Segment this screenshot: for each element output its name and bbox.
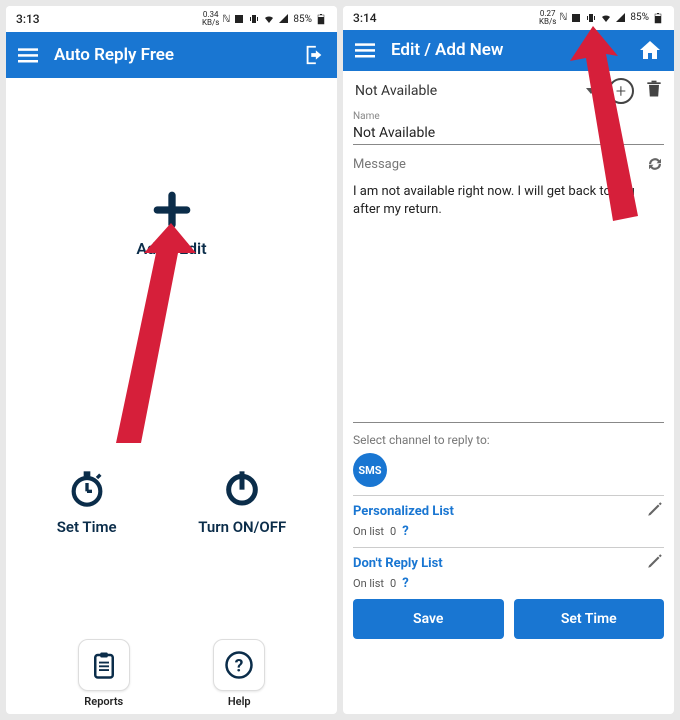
wifi-icon (263, 13, 275, 25)
settings-tiny-icon (570, 12, 582, 24)
toggle-label: Turn ON/OFF (198, 518, 286, 536)
help-label: Help (213, 695, 265, 708)
status-bar: 3:13 0.34KB/s ℕ 85% (6, 6, 337, 32)
reports-label: Reports (78, 695, 130, 708)
name-label: Name (353, 111, 664, 122)
dropdown-value: Not Available (355, 83, 437, 99)
add-edit-button[interactable]: Add / Edit (6, 188, 337, 258)
edit-body: Not Available + Name Not Available Messa… (343, 71, 674, 714)
hamburger-icon[interactable] (355, 40, 375, 60)
delete-button[interactable] (644, 79, 664, 103)
set-time-button[interactable]: Set Time (514, 599, 665, 639)
set-time-button[interactable]: Set Time (57, 468, 117, 536)
help-icon[interactable]: ? (402, 576, 408, 591)
edit-dontreply-button[interactable] (646, 552, 664, 574)
battery-icon (315, 13, 327, 25)
template-dropdown[interactable]: Not Available (353, 77, 598, 105)
clipboard-icon (89, 650, 119, 680)
status-bar: 3:14 0.27KB/s ℕ 85% (343, 6, 674, 30)
svg-text:?: ? (235, 656, 244, 676)
stopwatch-icon (67, 468, 107, 508)
app-bar: Auto Reply Free (6, 32, 337, 78)
edit-personalized-button[interactable] (646, 500, 664, 522)
app-bar: Edit / Add New (343, 30, 674, 72)
wifi-icon (600, 12, 612, 24)
help-icon[interactable]: ? (402, 524, 408, 539)
plus-icon: + (616, 81, 626, 102)
toggle-button[interactable]: Turn ON/OFF (198, 468, 286, 536)
phone-home: 3:13 0.34KB/s ℕ 85% Auto Reply Free Add … (6, 6, 337, 714)
signal-icon (615, 12, 627, 24)
refresh-icon[interactable] (646, 155, 664, 173)
status-icons-right: 0.27KB/s ℕ 85% (539, 10, 664, 26)
settings-tiny-icon (233, 13, 245, 25)
hamburger-icon[interactable] (18, 45, 38, 65)
reports-button[interactable]: Reports (78, 639, 130, 708)
plus-icon (6, 188, 337, 235)
main-body: Add / Edit Set Time Turn ON/OFF Reports … (6, 78, 337, 714)
nfc-icon: ℕ (559, 12, 567, 23)
set-time-label: Set Time (57, 518, 117, 536)
add-template-button[interactable]: + (608, 78, 634, 104)
select-channel-label: Select channel to reply to: (353, 433, 664, 447)
arrow-annotation (86, 223, 196, 457)
vibrate-icon (585, 12, 597, 24)
sms-channel-chip[interactable]: SMS (353, 453, 387, 487)
save-button[interactable]: Save (353, 599, 504, 639)
status-time: 3:13 (16, 12, 40, 26)
signal-icon (278, 13, 290, 25)
message-field[interactable]: I am not available right now. I will get… (353, 183, 664, 423)
power-icon (222, 468, 262, 508)
app-title: Edit / Add New (391, 40, 622, 60)
phone-edit: 3:14 0.27KB/s ℕ 85% Edit / Add New Not A… (343, 6, 674, 714)
personalized-onlist: On list 0 ? (353, 524, 664, 539)
help-button[interactable]: ? Help (213, 639, 265, 708)
vibrate-icon (248, 13, 260, 25)
question-icon: ? (224, 650, 254, 680)
home-icon[interactable] (638, 38, 662, 62)
chevron-down-icon (586, 88, 596, 94)
nfc-icon: ℕ (222, 14, 230, 25)
add-edit-label: Add / Edit (6, 239, 337, 258)
status-time: 3:14 (353, 11, 377, 25)
app-title: Auto Reply Free (54, 45, 287, 65)
dont-reply-list-title[interactable]: Don't Reply List (353, 556, 443, 571)
battery-text: 85% (293, 14, 312, 25)
pencil-icon (646, 552, 664, 570)
battery-icon (652, 12, 664, 24)
name-field[interactable]: Not Available (353, 122, 664, 145)
status-icons-right: 0.34KB/s ℕ 85% (202, 11, 327, 27)
personalized-list-title[interactable]: Personalized List (353, 504, 454, 519)
pencil-icon (646, 500, 664, 518)
trash-icon (644, 79, 664, 99)
message-label: Message (353, 157, 406, 172)
dontreply-onlist: On list 0 ? (353, 576, 664, 591)
battery-text: 85% (630, 12, 649, 23)
exit-icon[interactable] (303, 44, 325, 66)
